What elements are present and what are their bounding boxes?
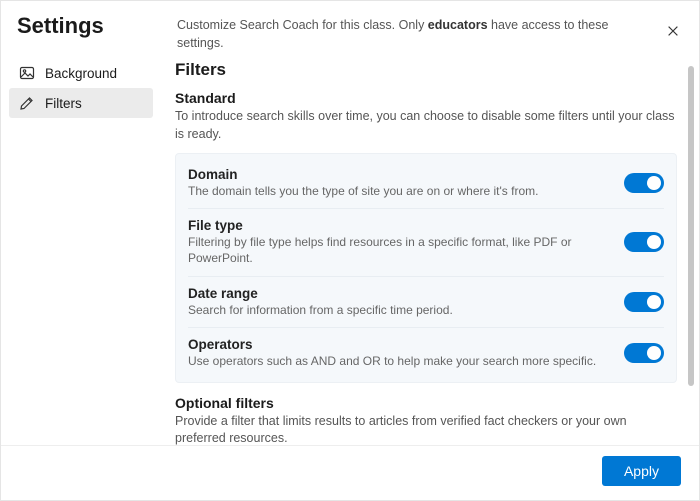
apply-button[interactable]: Apply [602,456,681,486]
image-icon [19,65,35,81]
filters-heading: Filters [175,60,677,80]
footer: Apply [1,445,699,500]
pencil-icon [19,95,35,111]
sidebar: Background Filters [1,52,161,445]
close-button[interactable] [659,17,687,45]
toggle-operators[interactable] [624,343,664,363]
scrollbar-track[interactable] [689,58,697,439]
close-icon [666,24,680,38]
filter-title: Domain [188,167,616,182]
sidebar-item-label: Filters [45,96,82,111]
filter-title: Date range [188,286,616,301]
filter-row-daterange: Date range Search for information from a… [188,277,664,328]
sidebar-item-background[interactable]: Background [9,58,153,88]
filter-row-domain: Domain The domain tells you the type of … [188,158,664,209]
standard-heading: Standard [175,90,677,106]
sidebar-item-filters[interactable]: Filters [9,88,153,118]
filter-title: File type [188,218,616,233]
page-subtitle: Customize Search Coach for this class. O… [177,17,651,52]
scrollbar-thumb[interactable] [688,66,694,386]
filter-desc: The domain tells you the type of site yo… [188,183,616,199]
toggle-domain[interactable] [624,173,664,193]
filter-desc: Filtering by file type helps find resour… [188,234,616,266]
filter-title: Operators [188,337,616,352]
optional-heading: Optional filters [175,395,677,411]
main-panel: Filters Standard To introduce search ski… [161,52,699,445]
filter-desc: Search for information from a specific t… [188,302,616,318]
filter-row-filetype: File type Filtering by file type helps f… [188,209,664,276]
standard-card: Domain The domain tells you the type of … [175,153,677,383]
page-title: Settings [17,13,177,39]
standard-desc: To introduce search skills over time, yo… [175,108,677,143]
optional-desc: Provide a filter that limits results to … [175,413,677,445]
sidebar-item-label: Background [45,66,117,81]
filter-desc: Use operators such as AND and OR to help… [188,353,616,369]
filter-row-operators: Operators Use operators such as AND and … [188,328,664,378]
toggle-daterange[interactable] [624,292,664,312]
toggle-filetype[interactable] [624,232,664,252]
